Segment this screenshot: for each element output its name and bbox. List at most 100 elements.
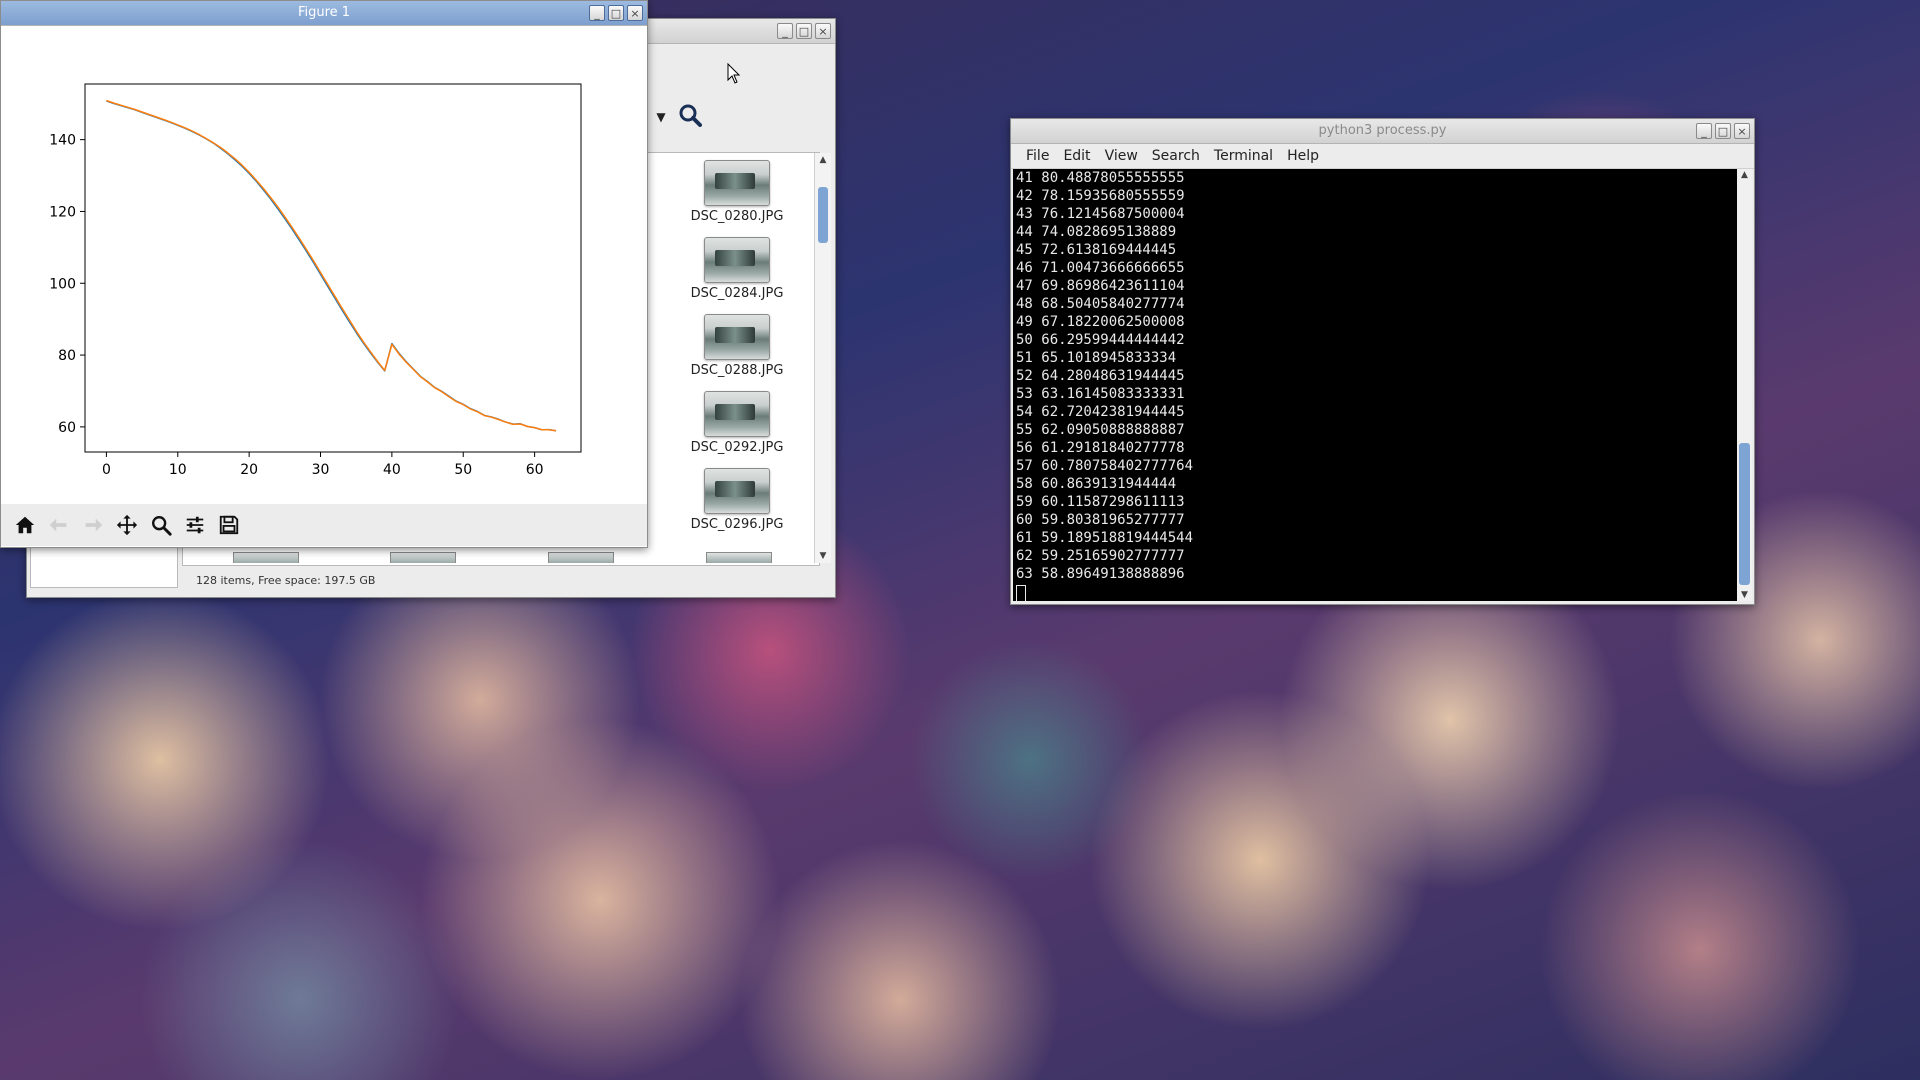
- image-thumbnail: [704, 468, 770, 514]
- home-button[interactable]: [11, 511, 39, 539]
- close-button[interactable]: ×: [627, 5, 643, 21]
- window-title: python3 process.py: [1318, 123, 1447, 138]
- menu-file[interactable]: File: [1019, 148, 1056, 164]
- terminal-line: 59 60.11587298611113: [1016, 494, 1185, 510]
- terminal-line: 49 67.18220062500008: [1016, 314, 1185, 330]
- terminal-line: 41 80.48878055555555: [1016, 170, 1185, 186]
- scroll-down-arrow[interactable]: ▼: [815, 549, 831, 563]
- y-tick-label: 60: [58, 420, 76, 436]
- close-button[interactable]: ×: [1734, 123, 1750, 139]
- menu-help[interactable]: Help: [1280, 148, 1326, 164]
- terminal-line: 52 64.28048631944445: [1016, 368, 1185, 384]
- terminal-line: 57 60.780758402777764: [1016, 458, 1194, 474]
- terminal-output[interactable]: 41 80.48878055555555 42 78.15935680555559…: [1013, 169, 1737, 601]
- image-thumbnail: [704, 160, 770, 206]
- file-item[interactable]: DSC_0280.JPG: [677, 160, 797, 224]
- image-thumbnail[interactable]: [390, 552, 456, 563]
- series-line-0: [106, 100, 557, 432]
- search-button[interactable]: [677, 102, 707, 132]
- terminal-line: 58 60.8639131944444: [1016, 476, 1177, 492]
- forward-button[interactable]: [79, 511, 107, 539]
- location-dropdown-arrow[interactable]: ▼: [651, 104, 671, 130]
- y-tick-label: 140: [49, 133, 76, 149]
- terminal-line: 55 62.09050888888887: [1016, 422, 1185, 438]
- configure-subplots-button[interactable]: [181, 511, 209, 539]
- text-cursor: [1016, 585, 1026, 601]
- search-icon: [679, 104, 702, 127]
- terminal-scrollbar[interactable]: ▲ ▼: [1737, 169, 1752, 601]
- forward-arrow-icon: [85, 518, 103, 532]
- image-thumbnail: [704, 314, 770, 360]
- image-thumbnail: [704, 237, 770, 283]
- file-item[interactable]: DSC_0292.JPG: [677, 391, 797, 455]
- x-tick-label: 30: [312, 462, 330, 478]
- image-thumbnail[interactable]: [233, 552, 299, 563]
- terminal-line: 51 65.1018945833334: [1016, 350, 1177, 366]
- menu-search[interactable]: Search: [1145, 148, 1207, 164]
- scrollbar-thumb[interactable]: [1739, 443, 1750, 585]
- terminal-line: 61 59.189518819444544: [1016, 530, 1194, 546]
- maximize-button[interactable]: □: [608, 5, 624, 21]
- save-figure-button[interactable]: [215, 511, 243, 539]
- terminal-menubar: File Edit View Search Terminal Help: [1011, 144, 1754, 169]
- minimize-button[interactable]: _: [777, 23, 793, 39]
- configure-subplots-icon: [186, 516, 204, 534]
- terminal-line: 56 61.29181840277778: [1016, 440, 1185, 456]
- terminal-line: 42 78.15935680555559: [1016, 188, 1185, 204]
- zoom-icon: [152, 516, 172, 536]
- terminal-line: 50 66.29599444444442: [1016, 332, 1185, 348]
- file-name-label: DSC_0292.JPG: [690, 440, 784, 455]
- file-name-label: DSC_0296.JPG: [690, 517, 784, 532]
- terminal-line: 45 72.6138169444445: [1016, 242, 1177, 258]
- menu-terminal[interactable]: Terminal: [1207, 148, 1280, 164]
- terminal-line: 63 58.89649138888896: [1016, 566, 1185, 582]
- maximize-button[interactable]: □: [1715, 123, 1731, 139]
- plot-canvas[interactable]: 0 10 20 30 40 50 60 60 80 100 120 140: [1, 26, 647, 504]
- status-bar-text: 128 items, Free space: 197.5 GB: [196, 574, 376, 587]
- figure-titlebar[interactable]: Figure 1 _ □ ×: [1, 1, 647, 26]
- terminal-line: 53 63.16145083333331: [1016, 386, 1185, 402]
- file-item[interactable]: DSC_0284.JPG: [677, 237, 797, 301]
- scroll-down-arrow[interactable]: ▼: [1737, 589, 1752, 601]
- close-button[interactable]: ×: [815, 23, 831, 39]
- back-button[interactable]: [45, 511, 73, 539]
- figure-window: Figure 1 _ □ × 0 10 20 30 40 50 60 60 80 100 120 14…: [0, 0, 648, 548]
- places-sidebar[interactable]: [30, 546, 178, 588]
- file-view-scrollbar[interactable]: ▲ ▼: [814, 153, 831, 563]
- y-tick-label: 100: [49, 276, 76, 292]
- file-item[interactable]: DSC_0296.JPG: [677, 468, 797, 532]
- x-tick-label: 60: [526, 462, 544, 478]
- maximize-button[interactable]: □: [796, 23, 812, 39]
- terminal-line: 47 69.86986423611104: [1016, 278, 1185, 294]
- pan-button[interactable]: [113, 511, 141, 539]
- pan-icon: [116, 514, 138, 536]
- line-chart: 0 10 20 30 40 50 60 60 80 100 120 140: [49, 83, 582, 478]
- x-tick-label: 0: [102, 462, 111, 478]
- x-tick-label: 20: [240, 462, 258, 478]
- scrollbar-thumb[interactable]: [818, 187, 828, 243]
- menu-edit[interactable]: Edit: [1056, 148, 1097, 164]
- terminal-line: 60 59.80381965277777: [1016, 512, 1185, 528]
- file-name-label: DSC_0288.JPG: [690, 363, 784, 378]
- navigation-toolbar: [1, 504, 647, 546]
- terminal-line: 62 59.25165902777777: [1016, 548, 1185, 564]
- file-name-label: DSC_0284.JPG: [690, 286, 784, 301]
- menu-view[interactable]: View: [1098, 148, 1145, 164]
- terminal-line: 48 68.50405840277774: [1016, 296, 1185, 312]
- scroll-up-arrow[interactable]: ▲: [815, 153, 831, 167]
- scroll-up-arrow[interactable]: ▲: [1737, 169, 1752, 181]
- file-name-label: DSC_0280.JPG: [690, 209, 784, 224]
- terminal-line: 43 76.12145687500004: [1016, 206, 1185, 222]
- terminal-titlebar[interactable]: python3 process.py _ □ ×: [1011, 119, 1754, 144]
- image-thumbnail[interactable]: [548, 552, 614, 563]
- y-tick-label: 120: [49, 204, 76, 220]
- back-arrow-icon: [49, 518, 67, 532]
- home-icon: [15, 516, 35, 534]
- terminal-line: 46 71.00473666666655: [1016, 260, 1185, 276]
- zoom-button[interactable]: [147, 511, 175, 539]
- minimize-button[interactable]: _: [1696, 123, 1712, 139]
- file-item[interactable]: DSC_0288.JPG: [677, 314, 797, 378]
- minimize-button[interactable]: _: [589, 5, 605, 21]
- image-thumbnail[interactable]: [706, 552, 772, 563]
- series-line-1: [106, 99, 557, 432]
